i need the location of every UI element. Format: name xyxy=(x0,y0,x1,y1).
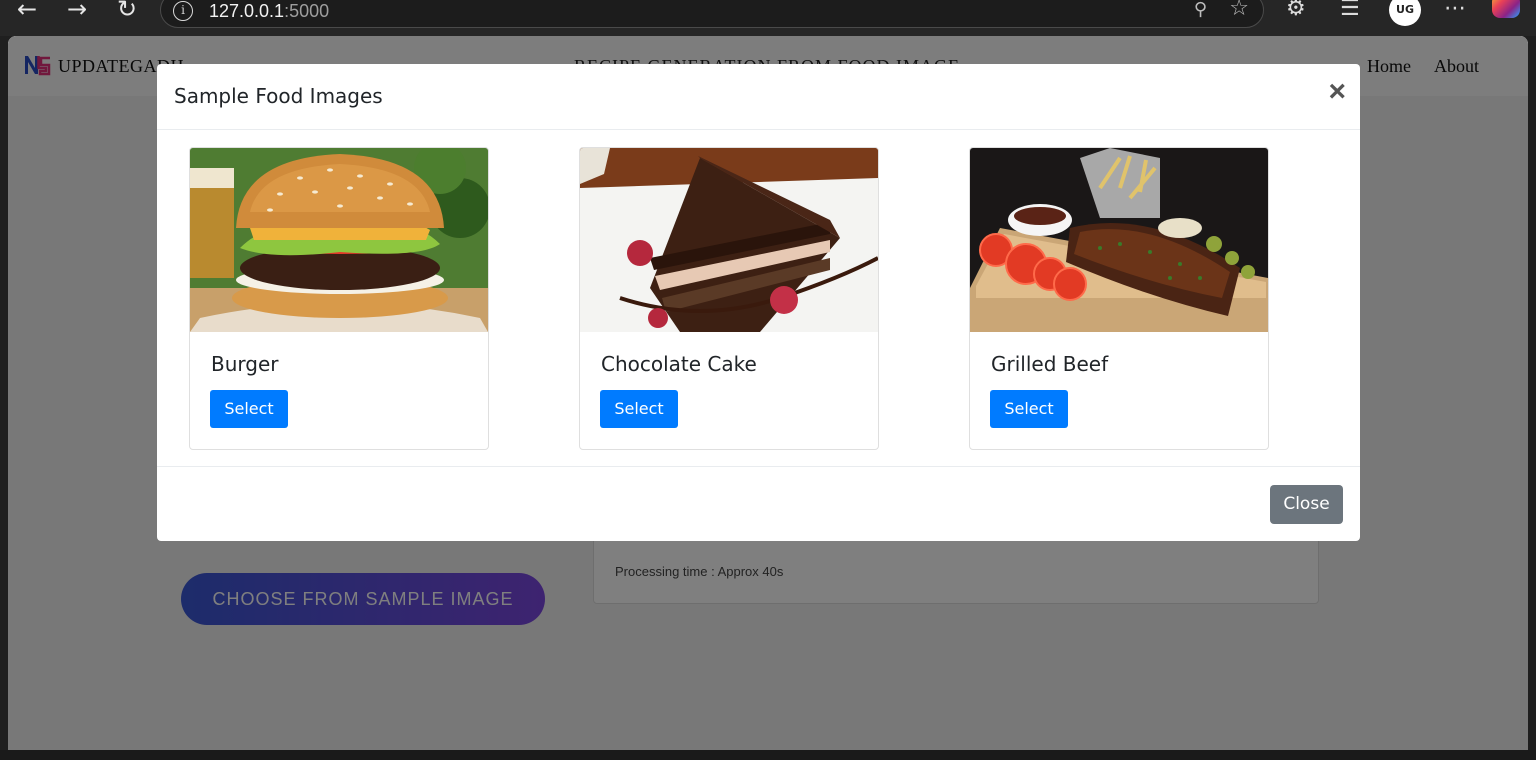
forward-icon[interactable]: → xyxy=(60,0,94,22)
favorite-star-icon[interactable]: ☆ xyxy=(1229,0,1249,21)
food-card-grilled-beef: Grilled Beef Select xyxy=(969,147,1269,450)
reload-icon[interactable]: ↻ xyxy=(110,0,144,22)
food-name-chocolate-cake: Chocolate Cake xyxy=(601,352,757,376)
food-card-burger: Burger Select xyxy=(189,147,489,450)
close-icon[interactable]: × xyxy=(1328,76,1346,108)
modal-title: Sample Food Images xyxy=(174,84,383,108)
select-grilled-beef-button[interactable]: Select xyxy=(990,390,1068,428)
modal-footer: Close xyxy=(157,466,1360,541)
site-info-icon[interactable]: i xyxy=(173,1,193,21)
more-menu-icon[interactable]: ⋯ xyxy=(1444,0,1466,20)
food-card-chocolate-cake: Chocolate Cake Select xyxy=(579,147,879,450)
zoom-icon[interactable]: ⚲ xyxy=(1194,0,1207,20)
close-button[interactable]: Close xyxy=(1270,485,1343,524)
address-bar[interactable]: i 127.0.0.1:5000 ⚲ ☆ xyxy=(160,0,1264,28)
food-name-burger: Burger xyxy=(211,352,279,376)
copilot-icon[interactable] xyxy=(1492,0,1520,18)
select-chocolate-cake-button[interactable]: Select xyxy=(600,390,678,428)
burger-image xyxy=(190,148,488,332)
extensions-icon[interactable]: ⚙ xyxy=(1286,0,1306,20)
sample-images-modal: Sample Food Images × Burger Select Choco… xyxy=(157,64,1360,541)
bottom-strip xyxy=(0,750,1536,760)
url-text: 127.0.0.1:5000 xyxy=(209,1,330,21)
chocolate-cake-image xyxy=(580,148,878,332)
modal-header: Sample Food Images × xyxy=(157,64,1360,130)
grilled-beef-image xyxy=(970,148,1268,332)
browser-toolbar: ← → ↻ i 127.0.0.1:5000 ⚲ ☆ ⚙ ☰ UG ⋯ xyxy=(0,0,1536,36)
back-icon[interactable]: ← xyxy=(10,0,44,22)
food-name-grilled-beef: Grilled Beef xyxy=(991,352,1109,376)
select-burger-button[interactable]: Select xyxy=(210,390,288,428)
favorites-list-icon[interactable]: ☰ xyxy=(1340,0,1360,20)
profile-avatar[interactable]: UG xyxy=(1389,0,1421,26)
